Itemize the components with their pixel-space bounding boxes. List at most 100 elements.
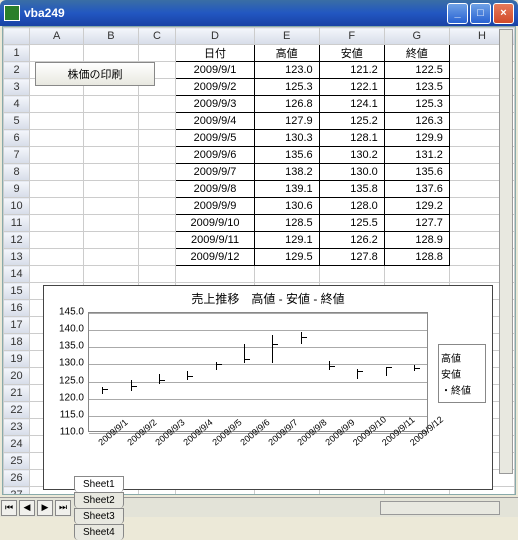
cell[interactable]: 139.1 [254, 181, 319, 198]
cell[interactable]: 135.8 [319, 181, 384, 198]
cell[interactable] [84, 181, 138, 198]
cell[interactable]: 2009/9/11 [176, 232, 254, 249]
row-header[interactable]: 24 [4, 436, 30, 453]
cell[interactable]: 2009/9/1 [176, 62, 254, 79]
tab-nav-prev-icon[interactable]: ◀ [19, 500, 35, 516]
col-header-G[interactable]: G [384, 28, 449, 45]
row-header[interactable]: 17 [4, 317, 30, 334]
cell[interactable]: 終値 [384, 45, 449, 62]
cell[interactable] [84, 266, 138, 283]
cell[interactable] [138, 266, 176, 283]
cell[interactable]: 122.5 [384, 62, 449, 79]
tab-nav-last-icon[interactable]: ⏭ [55, 500, 71, 516]
cell[interactable]: 124.1 [319, 96, 384, 113]
row-header[interactable]: 3 [4, 79, 30, 96]
cell[interactable] [84, 215, 138, 232]
row-header[interactable]: 18 [4, 334, 30, 351]
row-header[interactable]: 9 [4, 181, 30, 198]
tab-nav-first-icon[interactable]: ⏮ [1, 500, 17, 516]
cell[interactable]: 130.6 [254, 198, 319, 215]
cell[interactable] [30, 266, 84, 283]
cell[interactable]: 2009/9/6 [176, 147, 254, 164]
select-all-cell[interactable] [4, 28, 30, 45]
cell[interactable] [84, 232, 138, 249]
cell[interactable]: 2009/9/2 [176, 79, 254, 96]
maximize-button[interactable]: □ [470, 3, 491, 24]
horizontal-scrollbar[interactable] [380, 501, 500, 515]
cell[interactable] [84, 45, 138, 62]
row-header[interactable]: 14 [4, 266, 30, 283]
cell[interactable] [384, 266, 449, 283]
row-header[interactable]: 26 [4, 470, 30, 487]
row-header[interactable]: 1 [4, 45, 30, 62]
row-header[interactable]: 8 [4, 164, 30, 181]
row-header[interactable]: 6 [4, 130, 30, 147]
cell[interactable] [30, 113, 84, 130]
row-header[interactable]: 21 [4, 385, 30, 402]
cell[interactable] [138, 113, 176, 130]
cell[interactable]: 125.3 [254, 79, 319, 96]
cell[interactable]: 131.2 [384, 147, 449, 164]
cell[interactable]: 125.2 [319, 113, 384, 130]
cell[interactable] [138, 232, 176, 249]
cell[interactable] [30, 130, 84, 147]
cell[interactable] [84, 198, 138, 215]
row-header[interactable]: 27 [4, 487, 30, 496]
cell[interactable]: 2009/9/10 [176, 215, 254, 232]
cell[interactable] [30, 181, 84, 198]
cell[interactable]: 135.6 [384, 164, 449, 181]
cell[interactable]: 123.0 [254, 62, 319, 79]
cell[interactable]: 130.0 [319, 164, 384, 181]
cell[interactable] [30, 96, 84, 113]
cell[interactable]: 128.1 [319, 130, 384, 147]
vertical-scrollbar[interactable] [499, 29, 513, 474]
cell[interactable] [254, 266, 319, 283]
row-header[interactable]: 13 [4, 249, 30, 266]
cell[interactable] [138, 130, 176, 147]
cell[interactable] [138, 181, 176, 198]
cell[interactable]: 125.3 [384, 96, 449, 113]
cell[interactable]: 127.8 [319, 249, 384, 266]
print-stock-button[interactable]: 株価の印刷 [35, 62, 155, 86]
cell[interactable] [84, 113, 138, 130]
cell[interactable]: 130.2 [319, 147, 384, 164]
row-header[interactable]: 10 [4, 198, 30, 215]
cell[interactable]: 128.9 [384, 232, 449, 249]
cell[interactable] [319, 266, 384, 283]
row-header[interactable]: 22 [4, 402, 30, 419]
cell[interactable] [138, 45, 176, 62]
cell[interactable]: 128.5 [254, 215, 319, 232]
col-header-E[interactable]: E [254, 28, 319, 45]
cell[interactable]: 130.3 [254, 130, 319, 147]
cell[interactable]: 129.9 [384, 130, 449, 147]
cell[interactable]: 2009/9/3 [176, 96, 254, 113]
cell[interactable] [30, 215, 84, 232]
cell[interactable] [138, 198, 176, 215]
cell[interactable]: 2009/9/7 [176, 164, 254, 181]
col-header-C[interactable]: C [138, 28, 176, 45]
sheet-tab-sheet1[interactable]: Sheet1 [74, 476, 124, 492]
cell[interactable]: 129.5 [254, 249, 319, 266]
row-header[interactable]: 15 [4, 283, 30, 300]
cell[interactable] [30, 249, 84, 266]
cell[interactable] [30, 45, 84, 62]
cell[interactable] [138, 96, 176, 113]
cell[interactable]: 128.0 [319, 198, 384, 215]
cell[interactable]: 138.2 [254, 164, 319, 181]
cell[interactable] [84, 164, 138, 181]
cell[interactable]: 日付 [176, 45, 254, 62]
cell[interactable]: 2009/9/5 [176, 130, 254, 147]
cell[interactable]: 126.2 [319, 232, 384, 249]
row-header[interactable]: 5 [4, 113, 30, 130]
cell[interactable] [30, 147, 84, 164]
cell[interactable]: 129.2 [384, 198, 449, 215]
col-header-B[interactable]: B [84, 28, 138, 45]
cell[interactable] [138, 164, 176, 181]
stock-chart[interactable]: 売上推移 高値 - 安値 - 終値 高値 安値 ・終値 110.0115.012… [43, 285, 493, 490]
close-button[interactable]: × [493, 3, 514, 24]
row-header[interactable]: 19 [4, 351, 30, 368]
cell[interactable]: 137.6 [384, 181, 449, 198]
row-header[interactable]: 20 [4, 368, 30, 385]
sheet-tab-sheet4[interactable]: Sheet4 [74, 524, 124, 540]
cell[interactable] [84, 96, 138, 113]
